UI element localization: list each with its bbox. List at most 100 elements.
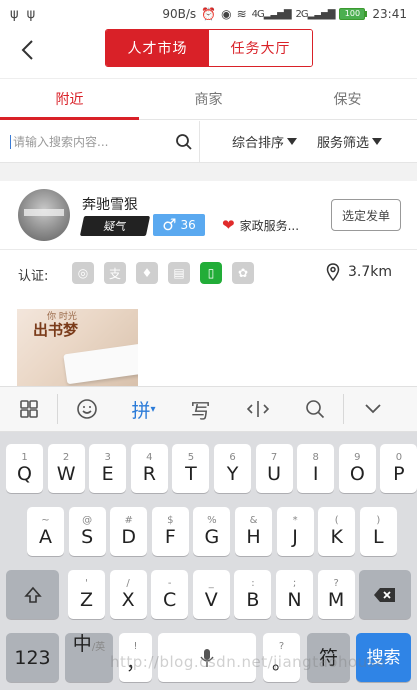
key-u[interactable]: 7U — [255, 444, 293, 493]
search-key[interactable]: 搜索 — [356, 633, 411, 682]
numeric-key[interactable]: 123 — [6, 633, 59, 682]
key-hint: % — [207, 515, 217, 526]
key-label: V — [204, 589, 218, 611]
key-label: I — [312, 463, 319, 485]
key-n[interactable]: ; N — [276, 570, 313, 619]
segment-task-hall[interactable]: 任务大厅 — [209, 30, 312, 66]
key-label: U — [267, 463, 282, 485]
male-icon: ♂ — [162, 215, 177, 234]
section-gap — [0, 163, 417, 181]
key-label: T — [185, 463, 197, 485]
key-label: 符 — [318, 646, 338, 669]
key-j[interactable]: * J — [276, 507, 314, 556]
alipay-icon: 支 — [104, 262, 126, 284]
language-switch-key[interactable]: 中/英 — [65, 633, 113, 682]
key-o[interactable]: 9O — [338, 444, 376, 493]
key-m[interactable]: ? M — [317, 570, 355, 619]
key-label: Y — [226, 463, 239, 485]
personal-tag: 疑气 — [79, 216, 151, 236]
select-order-button[interactable]: 选定发单 — [331, 199, 401, 231]
key-b[interactable]: :B — [234, 570, 272, 619]
back-button[interactable] — [14, 36, 40, 64]
segment-talent-market[interactable]: 人才市场 — [106, 30, 209, 66]
avatar[interactable] — [18, 189, 70, 241]
flame-icon: ♦ — [136, 262, 158, 284]
key-label: Z — [79, 589, 94, 611]
symbol-key[interactable]: 符 — [307, 633, 350, 682]
comma-key[interactable]: !， — [119, 633, 152, 682]
key-hint: 6 — [229, 452, 236, 463]
key-g[interactable]: % G — [193, 507, 231, 556]
key-hint: 2 — [62, 452, 70, 463]
pinyin-mode-button[interactable]: 拼 ▾ — [115, 386, 172, 432]
key-hint: 4 — [146, 452, 153, 463]
key-f[interactable]: $ F — [151, 507, 189, 556]
key-l[interactable]: ) L — [359, 507, 397, 556]
key-e[interactable]: 3E — [89, 444, 127, 493]
service-type: ❤ 家政服务... — [222, 217, 299, 234]
service-filter-dropdown[interactable]: 服务筛选 — [317, 132, 383, 151]
worker-card[interactable]: 奔驰雪狠 疑气 ♂ 36 ❤ 家政服务... 选定发单 认证: ◎ 支 ♦ ▤ … — [0, 181, 417, 386]
search-icon[interactable] — [286, 386, 343, 432]
caret-down-icon — [372, 138, 383, 145]
grid-icon[interactable] — [0, 386, 57, 432]
key-hint: / — [126, 578, 130, 589]
key-c[interactable]: -C — [151, 570, 189, 619]
space-key[interactable] — [158, 633, 256, 682]
handwrite-mode-button[interactable]: 写 — [172, 386, 229, 432]
key-s[interactable]: @ S — [68, 507, 106, 556]
key-d[interactable]: # D — [110, 507, 148, 556]
key-hint: : — [251, 578, 255, 589]
work-photo[interactable]: 你 时光 出书梦 — [17, 309, 138, 386]
collapse-icon[interactable] — [344, 386, 401, 432]
backspace-key[interactable] — [359, 570, 411, 619]
search-input[interactable] — [10, 134, 165, 149]
key-hint: 1 — [21, 452, 28, 463]
key-k[interactable]: (K — [318, 507, 356, 556]
cursor-icon[interactable] — [229, 386, 286, 432]
badge-icon: ✿ — [232, 262, 254, 284]
sort-dropdown[interactable]: 综合排序 — [232, 132, 298, 151]
key-label: X — [121, 589, 135, 611]
key-i[interactable]: 8I — [297, 444, 335, 493]
key-label: D — [121, 526, 136, 548]
period-key[interactable]: ?。 — [263, 633, 300, 682]
tab-security[interactable]: 保安 — [278, 79, 417, 119]
key-w[interactable]: 2W — [47, 444, 85, 493]
key-label: ， — [125, 652, 145, 674]
key-q[interactable]: 1Q — [6, 444, 43, 493]
key-label: B — [246, 589, 260, 611]
filter-label: 服务筛选 — [317, 136, 370, 151]
key-label: S — [81, 526, 94, 548]
key-x[interactable]: / X — [109, 570, 147, 619]
key-label: 。 — [271, 652, 291, 674]
battery-icon: 100 — [339, 8, 368, 20]
key-label: C — [163, 589, 177, 611]
key-h[interactable]: & H — [235, 507, 272, 556]
key-label: H — [246, 526, 261, 548]
key-v[interactable]: _ V — [192, 570, 230, 619]
tab-nearby[interactable]: 附近 — [0, 79, 139, 120]
top-nav: 人才市场 任务大厅 — [0, 28, 417, 72]
search-icon[interactable] — [175, 132, 195, 152]
key-hint: $ — [167, 515, 174, 526]
tab-merchant[interactable]: 商家 — [139, 79, 278, 119]
key-hint: @ — [82, 515, 93, 526]
heart-icon: ❤ — [222, 216, 235, 234]
shift-key[interactable] — [6, 570, 59, 619]
key-y[interactable]: 6Y — [214, 444, 251, 493]
key-label: 搜索 — [366, 647, 401, 668]
key-label: 中 — [72, 633, 92, 655]
key-label: P — [393, 463, 405, 485]
search-box — [0, 121, 200, 162]
emoji-icon[interactable] — [58, 386, 115, 432]
key-a[interactable]: ~ A — [27, 507, 64, 556]
key-label: W — [56, 463, 76, 485]
key-z[interactable]: ' Z — [68, 570, 105, 619]
book-shape — [63, 343, 138, 385]
keyboard-toolbar: 拼 ▾ 写 — [0, 386, 417, 432]
key-r[interactable]: 4R — [130, 444, 168, 493]
key-p[interactable]: 0P — [380, 444, 417, 493]
key-hint: 9 — [354, 452, 361, 463]
key-t[interactable]: 5T — [172, 444, 210, 493]
